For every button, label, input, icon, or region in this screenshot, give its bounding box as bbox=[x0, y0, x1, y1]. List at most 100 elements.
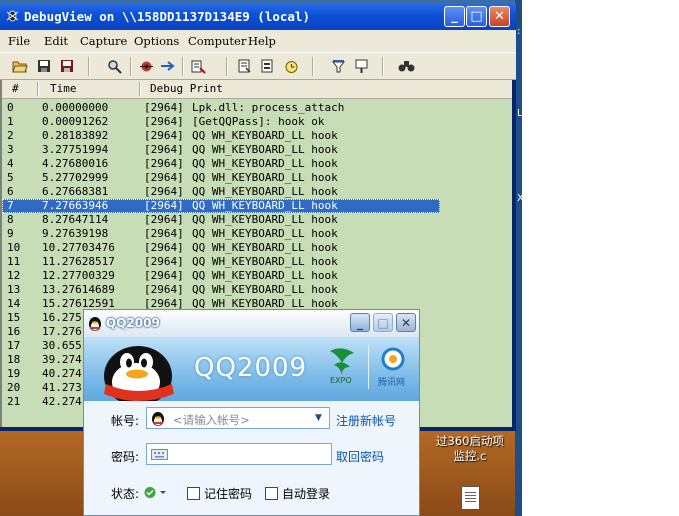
filter-icon[interactable] bbox=[234, 56, 254, 76]
options-icon[interactable] bbox=[257, 56, 277, 76]
row-number: 17 bbox=[7, 339, 21, 352]
row-time: 0.28183892 bbox=[42, 129, 109, 142]
row-number: 6 bbox=[7, 185, 14, 198]
table-row[interactable]: 5 5.27702999 [2964] QQ WH_KEYBOARD_LL hook bbox=[2, 171, 440, 185]
qq-maximize-button[interactable]: □ bbox=[373, 313, 393, 332]
column-header-debug-print[interactable]: Debug Print bbox=[150, 82, 223, 97]
document-icon[interactable] bbox=[461, 486, 480, 510]
table-row[interactable]: 1 0.00091262 [2964] [GetQQPass]: hook ok bbox=[2, 115, 440, 129]
history-icon[interactable] bbox=[281, 56, 301, 76]
capture-icon[interactable] bbox=[136, 56, 156, 76]
row-message: QQ WH_KEYBOARD_LL hook bbox=[192, 213, 338, 226]
table-row[interactable]: 8 8.27647114 [2964] QQ WH_KEYBOARD_LL hook bbox=[2, 213, 440, 227]
row-message: QQ WH_KEYBOARD_LL hook bbox=[192, 227, 338, 240]
maximize-button[interactable]: □ bbox=[466, 6, 487, 27]
table-row[interactable]: 10 10.27703476 [2964] QQ WH_KEYBOARD_LL hoo… bbox=[2, 241, 440, 255]
clear-icon[interactable] bbox=[188, 56, 208, 76]
row-number: 5 bbox=[7, 171, 14, 184]
auto-login-checkbox[interactable] bbox=[265, 487, 278, 500]
svg-text:EXPO: EXPO bbox=[330, 376, 352, 385]
table-row[interactable]: 2 0.28183892 [2964] QQ WH_KEYBOARD_LL hook bbox=[2, 129, 440, 143]
row-pid: [2964] bbox=[144, 227, 184, 240]
save-icon[interactable] bbox=[34, 56, 54, 76]
column-header-time[interactable]: Time bbox=[50, 82, 77, 97]
menu-computer[interactable]: Computer bbox=[188, 34, 246, 48]
row-number: 1 bbox=[7, 115, 14, 128]
column-header-num[interactable]: # bbox=[12, 82, 19, 97]
window-title: DebugView on \\158DD1137D134E9 (local) bbox=[24, 9, 310, 24]
row-number: 14 bbox=[7, 297, 21, 310]
qq-window-title: QQ2009 bbox=[106, 316, 160, 330]
qq-login-form: 帐号: <请输入帐号> ▼ 注册新帐号 密码: 取回密码 状态: 记住密码 自动… bbox=[84, 401, 419, 515]
row-number: 16 bbox=[7, 325, 21, 338]
debugview-titlebar[interactable]: DebugView on \\158DD1137D134E9 (local) _… bbox=[0, 3, 516, 30]
maximize-icon: □ bbox=[470, 9, 483, 24]
row-pid: [2964] bbox=[144, 157, 184, 170]
autoscroll-icon[interactable] bbox=[158, 56, 178, 76]
qq-minimize-button[interactable]: _ bbox=[350, 313, 370, 332]
desktop-icon-label[interactable]: 过360启动项 监控.c bbox=[434, 434, 506, 464]
bookmark-icon[interactable] bbox=[351, 56, 371, 76]
find-icon[interactable] bbox=[104, 56, 124, 76]
password-label: 密码: bbox=[111, 450, 140, 464]
close-button[interactable]: ✕ bbox=[489, 6, 510, 27]
minimize-button[interactable]: _ bbox=[444, 6, 465, 27]
row-message: QQ WH_KEYBOARD_LL hook bbox=[192, 241, 338, 254]
desktop-edge bbox=[515, 0, 522, 516]
table-row[interactable]: 0 0.00000000 [2964] Lpk.dll: process_attach bbox=[2, 101, 440, 115]
qq-banner: QQ2009 EXPO 腾讯网 bbox=[84, 337, 419, 401]
edge-text-3: X bbox=[517, 193, 524, 204]
table-row[interactable]: 13 13.27614689 [2964] QQ WH_KEYBOARD_LL hoo… bbox=[2, 283, 440, 297]
row-pid: [2964] bbox=[144, 129, 184, 142]
expo-logo-icon: EXPO bbox=[330, 348, 354, 385]
table-row[interactable]: 3 3.27751994 [2964] QQ WH_KEYBOARD_LL hook bbox=[2, 143, 440, 157]
row-number: 8 bbox=[7, 213, 14, 226]
table-row[interactable]: 9 9.27639198 [2964] QQ WH_KEYBOARD_LL hook bbox=[2, 227, 440, 241]
save-as-icon[interactable] bbox=[57, 56, 77, 76]
edge-text-2: L bbox=[517, 108, 523, 119]
row-message: QQ WH_KEYBOARD_LL hook bbox=[192, 255, 338, 268]
open-icon[interactable] bbox=[10, 56, 30, 76]
qq-titlebar[interactable]: QQ2009 _ □ ✕ bbox=[84, 310, 419, 337]
menu-help[interactable]: Help bbox=[248, 34, 276, 48]
row-time: 40.274 bbox=[42, 367, 82, 380]
qq-maximize-icon: □ bbox=[377, 315, 389, 330]
menu-options[interactable]: Options bbox=[134, 34, 179, 48]
keyboard-icon[interactable] bbox=[151, 449, 168, 460]
online-status-icon[interactable] bbox=[144, 486, 170, 499]
row-time: 17.276 bbox=[42, 325, 82, 338]
table-row[interactable]: 4 4.27680016 [2964] QQ WH_KEYBOARD_LL hook bbox=[2, 157, 440, 171]
row-message: Lpk.dll: process_attach bbox=[192, 101, 345, 114]
highlight-icon[interactable] bbox=[328, 56, 348, 76]
table-row[interactable]: 11 11.27628517 [2964] QQ WH_KEYBOARD_LL hoo… bbox=[2, 255, 440, 269]
table-row[interactable]: 7 7.27663946 [2964] QQ WH_KEYBOARD_LL hook bbox=[2, 199, 440, 213]
row-time: 11.27628517 bbox=[42, 255, 115, 268]
account-input[interactable]: <请输入帐号> ▼ bbox=[146, 407, 330, 429]
account-label: 帐号: bbox=[111, 414, 140, 428]
qq-penguin-icon bbox=[89, 317, 101, 331]
binoculars-icon[interactable] bbox=[396, 56, 416, 76]
row-time: 42.274 bbox=[42, 395, 82, 408]
dropdown-arrow-icon[interactable]: ▼ bbox=[315, 413, 322, 423]
register-account-link[interactable]: 注册新帐号 bbox=[336, 412, 396, 429]
row-message: QQ WH_KEYBOARD_LL hook bbox=[192, 269, 338, 282]
bug-icon bbox=[6, 10, 19, 22]
qq-login-window: QQ2009 _ □ ✕ QQ2009 EXPO 腾讯网 帐号: <请输入帐号>… bbox=[83, 309, 420, 516]
row-time: 0.00000000 bbox=[42, 101, 109, 114]
banner-divider bbox=[368, 345, 369, 389]
status-label: 状态: bbox=[111, 487, 140, 501]
row-pid: [2964] bbox=[144, 283, 184, 296]
qq-close-button[interactable]: ✕ bbox=[396, 313, 416, 332]
menu-file[interactable]: File bbox=[8, 34, 30, 48]
row-number: 19 bbox=[7, 367, 21, 380]
row-pid: [2964] bbox=[144, 199, 184, 212]
remember-password-checkbox[interactable] bbox=[187, 487, 200, 500]
menu-capture[interactable]: Capture bbox=[80, 34, 127, 48]
table-row[interactable]: 12 12.27700329 [2964] QQ WH_KEYBOARD_LL hoo… bbox=[2, 269, 440, 283]
menu-edit[interactable]: Edit bbox=[44, 34, 68, 48]
password-input[interactable] bbox=[146, 443, 332, 465]
row-time: 12.27700329 bbox=[42, 269, 115, 282]
row-number: 13 bbox=[7, 283, 21, 296]
recover-password-link[interactable]: 取回密码 bbox=[336, 448, 384, 465]
table-row[interactable]: 6 6.27668381 [2964] QQ WH_KEYBOARD_LL hook bbox=[2, 185, 440, 199]
